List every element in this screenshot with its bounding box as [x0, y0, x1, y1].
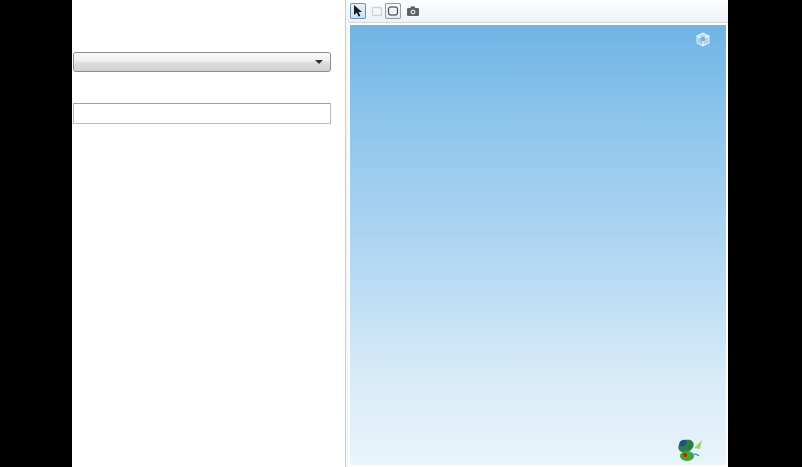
finalization-method-dropdown[interactable] [73, 52, 331, 72]
comsolyar-logo-icon [672, 436, 714, 464]
left-filler [0, 0, 72, 467]
screenshot-button[interactable] [405, 3, 421, 19]
zoom-extents-icon [387, 5, 399, 17]
pale-window-icon [371, 5, 383, 17]
settings-panel [72, 0, 345, 467]
wireframe-scene[interactable] [350, 25, 726, 465]
secondary-tool-button[interactable] [369, 3, 385, 19]
camera-icon [406, 5, 420, 17]
chevron-down-icon [315, 60, 323, 64]
zoom-extents-button[interactable] [385, 3, 401, 19]
comsol-watermark [688, 30, 712, 49]
graphics-canvas[interactable] [350, 25, 726, 465]
app-window: { "panel": { "title": "Finalize", "final… [0, 0, 802, 467]
comsol-cube-icon [693, 30, 712, 49]
pointer-tool-button[interactable] [350, 3, 366, 19]
graphics-pane [345, 0, 728, 467]
graphics-toolbar [348, 0, 728, 23]
pointer-icon [352, 5, 364, 18]
graphics-view-frame [348, 23, 728, 467]
tolerance-input[interactable] [73, 103, 331, 124]
comsolyar-branding [672, 436, 720, 464]
